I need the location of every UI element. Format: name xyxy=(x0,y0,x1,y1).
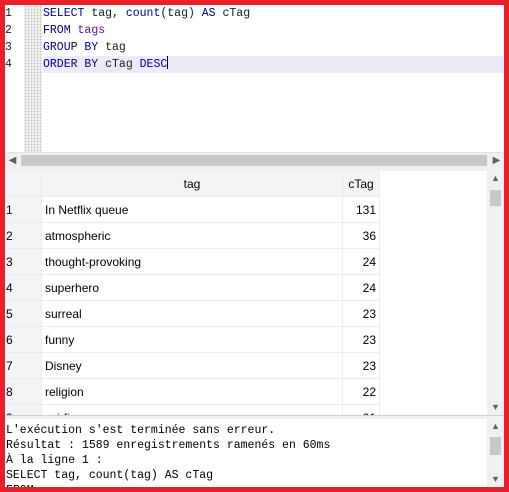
table-row[interactable]: 3 thought-provoking 24 xyxy=(5,249,380,275)
cell-tag[interactable]: sci-fi xyxy=(42,405,343,415)
row-number[interactable]: 6 xyxy=(5,327,42,353)
fold-margin xyxy=(24,5,42,152)
grid-header-row: tag cTag xyxy=(5,171,380,197)
column-header-ctag[interactable]: cTag xyxy=(343,171,380,197)
code-token: GROUP BY xyxy=(43,41,99,54)
cell-tag[interactable]: atmospheric xyxy=(42,223,343,249)
code-token: tags xyxy=(70,24,106,37)
cell-tag[interactable]: surreal xyxy=(42,301,343,327)
table-row[interactable]: 2 atmospheric 36 xyxy=(5,223,380,249)
table-row[interactable]: 7 Disney 23 xyxy=(5,353,380,379)
cell-ctag[interactable]: 36 xyxy=(343,223,380,249)
editor-horizontal-scrollbar[interactable]: ◀ ▶ xyxy=(5,152,504,168)
code-token: FROM xyxy=(43,24,71,37)
cell-tag[interactable]: In Netflix queue xyxy=(42,197,343,223)
row-number[interactable]: 9 xyxy=(5,405,42,415)
grid-vertical-scrollbar[interactable]: ▲ ▼ xyxy=(487,171,504,415)
code-line[interactable]: 4 ORDER BY cTag DESC xyxy=(5,56,504,73)
log-line: Résultat : 1589 enregistrements ramenés … xyxy=(6,439,331,452)
sql-window: 1 SELECT tag, count(tag) AS cTag 2 FROM tag… xyxy=(5,5,504,487)
cell-ctag[interactable]: 23 xyxy=(343,353,380,379)
row-number[interactable]: 2 xyxy=(5,223,42,249)
code-token: SELECT xyxy=(43,7,85,20)
log-line: FROM xyxy=(6,483,330,487)
code-token: AS xyxy=(201,7,216,20)
cell-ctag[interactable]: 23 xyxy=(343,301,380,327)
row-header-corner[interactable] xyxy=(5,171,42,197)
results-grid[interactable]: tag cTag 1 In Netflix queue 131 2 atmospheri… xyxy=(5,171,504,415)
message-log[interactable]: L'exécution s'est terminée sans erreur. R… xyxy=(5,419,504,487)
row-number[interactable]: 1 xyxy=(5,197,42,223)
code-area[interactable]: 1 SELECT tag, count(tag) AS cTag 2 FROM tag… xyxy=(5,5,504,73)
scroll-up-icon[interactable]: ▲ xyxy=(487,419,504,434)
cell-ctag[interactable]: 22 xyxy=(343,379,380,405)
table-row[interactable]: 6 funny 23 xyxy=(5,327,380,353)
log-vertical-scrollbar[interactable]: ▲ ▼ xyxy=(487,419,504,487)
row-number[interactable]: 3 xyxy=(5,249,42,275)
row-number[interactable]: 7 xyxy=(5,353,42,379)
line-number: 2 xyxy=(5,24,12,37)
sql-editor[interactable]: 1 SELECT tag, count(tag) AS cTag 2 FROM tag… xyxy=(5,5,504,152)
table-row[interactable]: 9sci-fi21 xyxy=(5,405,380,415)
line-number: 1 xyxy=(5,7,12,20)
cell-tag[interactable]: funny xyxy=(42,327,343,353)
code-token: tag xyxy=(98,41,126,54)
cell-ctag[interactable]: 21 xyxy=(343,405,380,415)
table-row[interactable]: 1 In Netflix queue 131 xyxy=(5,197,380,223)
code-token: cTag xyxy=(98,58,140,71)
code-token: tag, xyxy=(84,7,126,20)
scroll-thumb[interactable] xyxy=(490,190,501,206)
scroll-left-icon[interactable]: ◀ xyxy=(5,153,20,168)
column-header-tag[interactable]: tag xyxy=(42,171,343,197)
scroll-right-icon[interactable]: ▶ xyxy=(489,153,504,168)
table-row[interactable]: 4 superhero 24 xyxy=(5,275,380,301)
row-number[interactable]: 8 xyxy=(5,379,42,405)
log-line: À la ligne 1 : xyxy=(6,454,103,467)
scroll-down-icon[interactable]: ▼ xyxy=(487,472,504,487)
log-line: L'exécution s'est terminée sans erreur. xyxy=(6,424,276,437)
scroll-thumb[interactable] xyxy=(21,155,487,166)
code-token: ORDER BY xyxy=(43,58,99,71)
code-token: (tag) xyxy=(160,7,202,20)
code-token: count xyxy=(125,7,161,20)
row-number[interactable]: 4 xyxy=(5,275,42,301)
table-row[interactable]: 5 surreal 23 xyxy=(5,301,380,327)
log-line: SELECT tag, count(tag) AS cTag xyxy=(6,469,214,482)
cell-ctag[interactable]: 23 xyxy=(343,327,380,353)
cell-tag[interactable]: superhero xyxy=(42,275,343,301)
cell-ctag[interactable]: 131 xyxy=(343,197,380,223)
scroll-up-icon[interactable]: ▲ xyxy=(487,171,504,186)
code-token: DESC xyxy=(139,58,168,71)
cell-tag[interactable]: religion xyxy=(42,379,343,405)
code-line[interactable]: 3 GROUP BY tag xyxy=(5,39,504,56)
code-token: cTag xyxy=(215,7,251,20)
scroll-thumb[interactable] xyxy=(490,437,501,455)
cell-ctag[interactable]: 24 xyxy=(343,275,380,301)
cell-ctag[interactable]: 24 xyxy=(343,249,380,275)
code-line[interactable]: 1 SELECT tag, count(tag) AS cTag xyxy=(5,5,504,22)
line-number: 4 xyxy=(5,58,12,71)
code-line[interactable]: 2 FROM tags xyxy=(5,22,504,39)
cell-tag[interactable]: thought-provoking xyxy=(42,249,343,275)
row-number[interactable]: 5 xyxy=(5,301,42,327)
table-row[interactable]: 8 religion 22 xyxy=(5,379,380,405)
cell-tag[interactable]: Disney xyxy=(42,353,343,379)
text-cursor xyxy=(167,56,169,69)
scroll-down-icon[interactable]: ▼ xyxy=(487,400,504,415)
line-number: 3 xyxy=(5,41,12,54)
